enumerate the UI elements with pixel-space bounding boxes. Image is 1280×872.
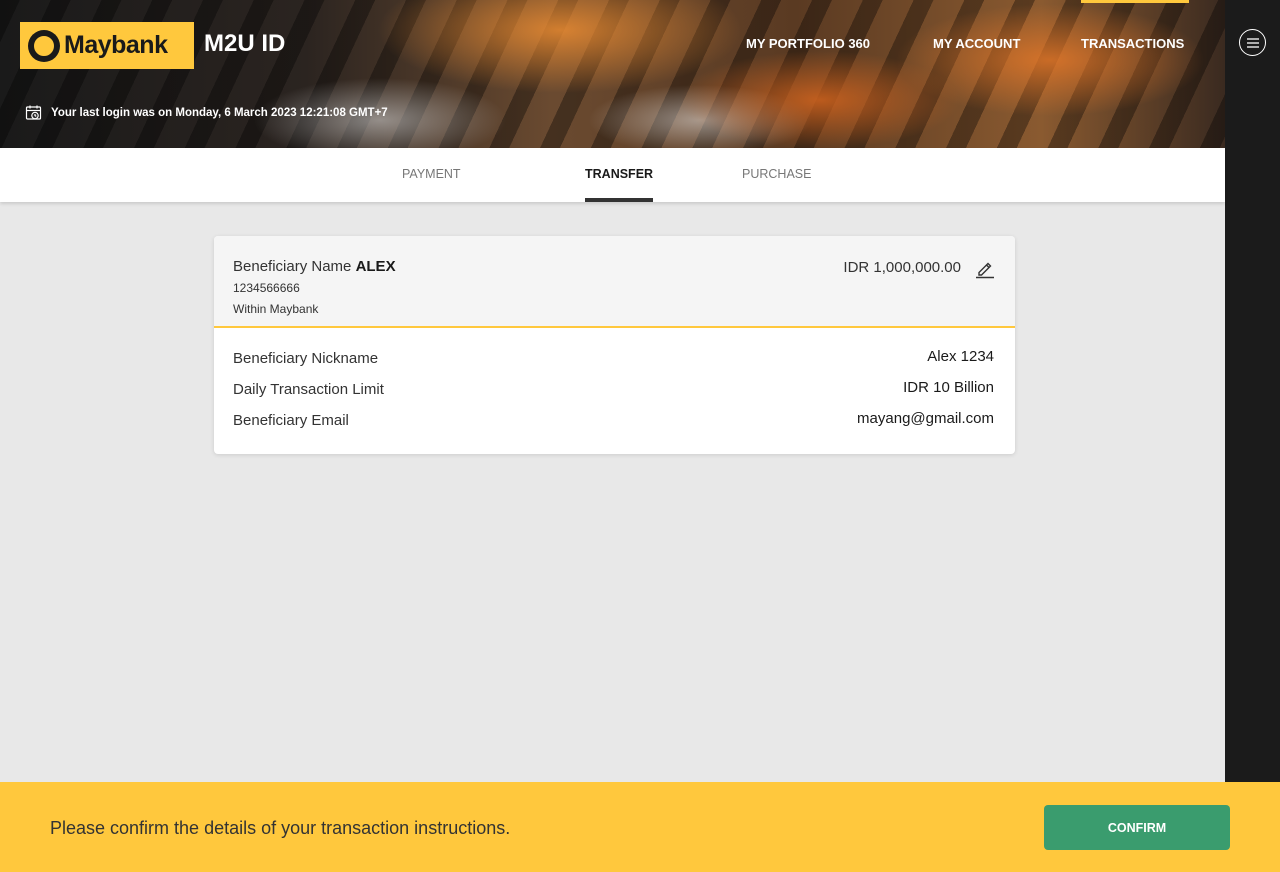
last-login-text: Your last login was on Monday, 6 March 2… bbox=[51, 107, 388, 119]
transfer-amount: IDR 1,000,000.00 bbox=[843, 259, 961, 276]
active-tab-underline bbox=[585, 198, 653, 202]
beneficiary-name-value: ALEX bbox=[355, 258, 396, 275]
daily-limit-label: Daily Transaction Limit bbox=[233, 381, 384, 398]
header-banner: Maybank M2U ID MY PORTFOLIO 360 MY ACCOU… bbox=[0, 0, 1225, 148]
card-header: Beneficiary Name ALEX 1234566666 Within … bbox=[214, 236, 1015, 328]
confirm-message: Please confirm the details of your trans… bbox=[50, 818, 511, 838]
nav-transactions[interactable]: TRANSACTIONS bbox=[1081, 36, 1184, 51]
app-title: M2U ID bbox=[204, 30, 286, 57]
nickname-label: Beneficiary Nickname bbox=[233, 350, 379, 367]
tab-payment[interactable]: PAYMENT bbox=[402, 167, 461, 181]
transfer-summary-card: Beneficiary Name ALEX 1234566666 Within … bbox=[214, 236, 1015, 454]
maybank-logo[interactable]: Maybank bbox=[20, 22, 194, 69]
nav-my-portfolio[interactable]: MY PORTFOLIO 360 bbox=[746, 36, 870, 51]
tab-purchase[interactable]: PURCHASE bbox=[742, 167, 811, 181]
logo-text: Maybank bbox=[64, 31, 168, 59]
beneficiary-name-label: Beneficiary Name bbox=[233, 258, 352, 275]
nav-my-account[interactable]: MY ACCOUNT bbox=[933, 36, 1020, 51]
menu-button[interactable] bbox=[1239, 29, 1266, 56]
calendar-clock-icon bbox=[25, 105, 42, 120]
tab-transfer[interactable]: TRANSFER bbox=[585, 167, 653, 181]
beneficiary-name: Beneficiary Name ALEX bbox=[233, 258, 396, 275]
last-login-info: Your last login was on Monday, 6 March 2… bbox=[25, 104, 388, 122]
beneficiary-bank: Within Maybank bbox=[233, 302, 319, 316]
right-side-rail bbox=[1225, 0, 1280, 782]
daily-limit-value: IDR 10 Billion bbox=[903, 379, 994, 396]
confirm-button[interactable]: CONFIRM bbox=[1044, 805, 1230, 850]
transaction-tabs: PAYMENT TRANSFER PURCHASE bbox=[0, 148, 1225, 202]
nickname-value: Alex 1234 bbox=[927, 348, 994, 365]
pencil-edit-icon[interactable] bbox=[974, 257, 996, 279]
email-label: Beneficiary Email bbox=[233, 412, 349, 429]
confirm-footer-bar: Please confirm the details of your trans… bbox=[0, 782, 1280, 872]
hamburger-menu-icon bbox=[1246, 37, 1259, 48]
active-nav-indicator bbox=[1081, 0, 1189, 3]
beneficiary-account-number: 1234566666 bbox=[233, 281, 300, 295]
email-value: mayang@gmail.com bbox=[857, 410, 994, 427]
tiger-logo-icon bbox=[28, 29, 60, 62]
